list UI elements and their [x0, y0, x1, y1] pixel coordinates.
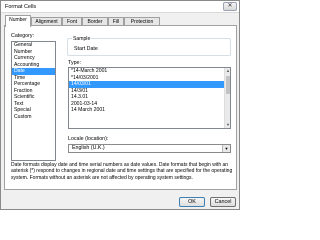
sample-label: Sample — [72, 36, 92, 42]
locale-label: Locale (location): — [68, 136, 109, 142]
category-label: Category: — [11, 33, 34, 39]
title-bar: Format Cells ✕ — [1, 1, 239, 13]
type-list-scrollbar[interactable]: ▲ ▼ — [224, 68, 230, 128]
locale-value: English (U.K.) — [72, 145, 105, 151]
close-button[interactable]: ✕ — [223, 2, 237, 11]
format-description: Date formats display date and time seria… — [11, 162, 233, 181]
type-list[interactable]: *14-March 2001 *14/03/2001 14/03/01 14/3… — [68, 67, 231, 129]
scroll-down-arrow-icon[interactable]: ▼ — [225, 122, 230, 128]
locale-select[interactable]: English (U.K.) ▼ — [68, 144, 231, 153]
scroll-thumb[interactable] — [226, 76, 230, 94]
cancel-button[interactable]: Cancel — [210, 197, 236, 207]
format-cells-dialog: Format Cells ✕ Number Alignment Font Bor… — [0, 0, 240, 210]
category-list[interactable]: General Number Currency Accounting Date … — [11, 41, 56, 161]
sample-group: Sample Start Date — [67, 36, 231, 56]
sample-value: Start Date — [74, 46, 98, 52]
type-item[interactable]: 14 March 2001 — [69, 107, 230, 114]
close-icon: ✕ — [227, 3, 233, 9]
scroll-up-arrow-icon[interactable]: ▲ — [225, 68, 230, 74]
category-item-custom[interactable]: Custom — [12, 114, 55, 121]
window-title: Format Cells — [5, 4, 37, 10]
number-tab-panel: Category: General Number Currency Accoun… — [4, 25, 237, 190]
type-label: Type: — [68, 60, 81, 66]
ok-button[interactable]: OK — [179, 197, 205, 207]
tab-number[interactable]: Number — [5, 15, 31, 27]
chevron-down-icon[interactable]: ▼ — [222, 145, 230, 152]
